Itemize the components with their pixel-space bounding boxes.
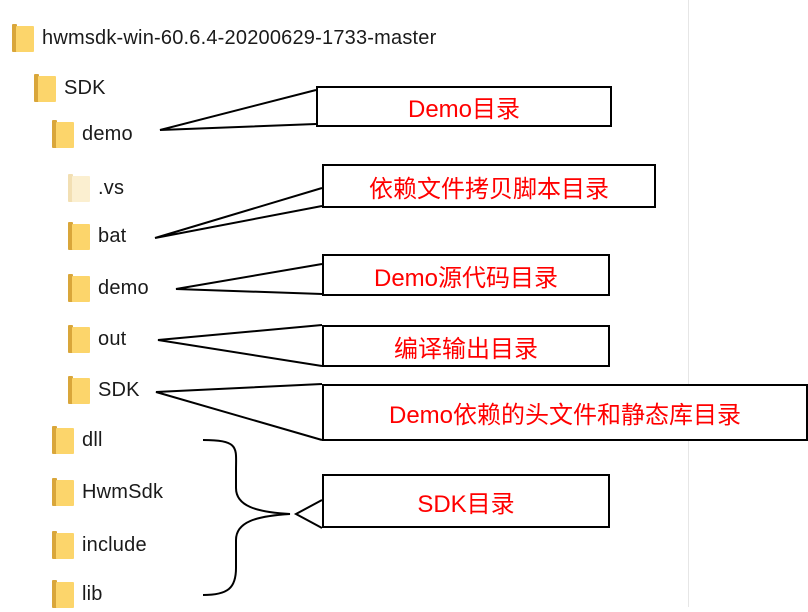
callout-demo-dependencies-directory: Demo依赖的头文件和静态库目录: [322, 384, 808, 441]
callout-text: Demo依赖的头文件和静态库目录: [388, 402, 742, 429]
callout-text: SDK目录: [417, 490, 515, 518]
callout-text: 依赖文件拷贝脚本目录: [369, 175, 609, 203]
callout-text: 编译输出目录: [394, 335, 538, 363]
callout-sdk-directory: SDK目录: [322, 474, 610, 528]
callout-output-directory: 编译输出目录: [322, 325, 610, 367]
callout-text: Demo源代码目录: [373, 264, 559, 292]
callout-dependency-script-directory: 依赖文件拷贝脚本目录: [322, 164, 656, 208]
callout-text: Demo目录: [407, 96, 521, 123]
callout-demo-directory: Demo目录: [316, 86, 612, 127]
callout-demo-source-directory: Demo源代码目录: [322, 254, 610, 296]
